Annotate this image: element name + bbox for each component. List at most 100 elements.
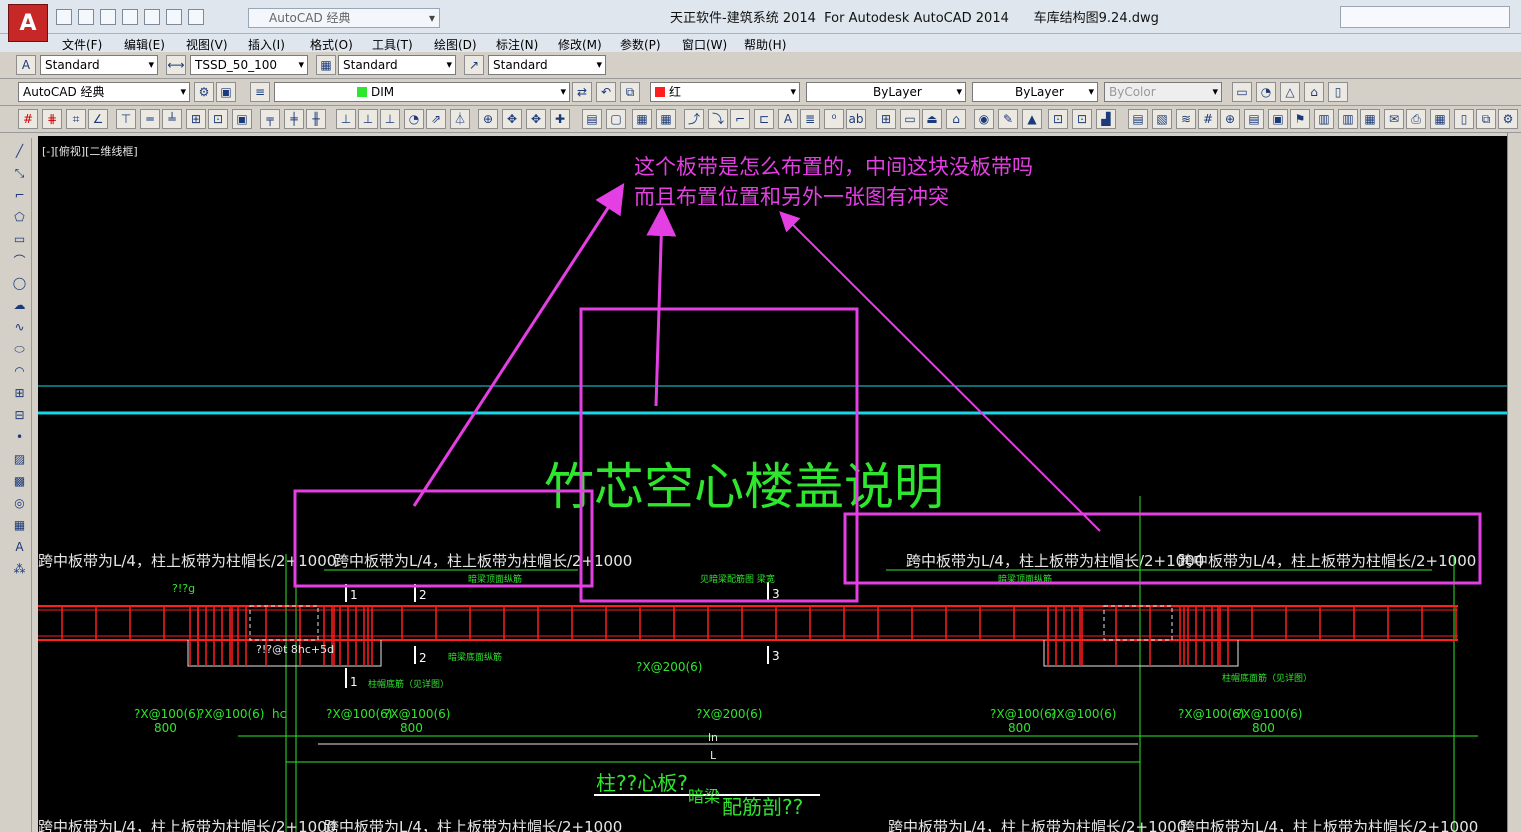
hash-icon[interactable]: # [1198,109,1218,129]
view-icon[interactable]: ▢ [606,109,626,129]
open-icon[interactable] [78,9,94,25]
axis-label-icon[interactable]: ⌗ [66,109,86,129]
point-icon[interactable]: • [11,428,29,446]
circle-dim-icon[interactable]: ◔ [404,109,424,129]
menu-draw[interactable]: 绘图(D) [434,34,496,52]
text-replace-icon[interactable]: ab [846,109,866,129]
rebar-c-icon[interactable]: ╫ [306,109,326,129]
door-icon[interactable]: ⊞ [186,109,206,129]
tool-c-icon[interactable]: △ [1280,82,1300,102]
window-icon[interactable]: ⊡ [208,109,228,129]
add-selected-icon[interactable]: ⁂ [11,560,29,578]
menu-file[interactable]: 文件(F) [62,34,124,52]
print-icon[interactable]: ⎙ [1406,109,1426,129]
export-icon[interactable]: ▦ [1430,109,1450,129]
window-controls[interactable] [1340,6,1510,28]
vertical-scrollbar[interactable] [1507,133,1521,832]
menu-dimension[interactable]: 标注(N) [496,34,558,52]
menu-tools[interactable]: 工具(T) [372,34,434,52]
cols-icon[interactable]: ▥ [1338,109,1358,129]
frame2-icon[interactable]: ⊡ [1072,109,1092,129]
insert-block-icon[interactable]: ⊞ [11,384,29,402]
doc-icon[interactable]: ▤ [1244,109,1264,129]
dim-b-icon[interactable]: ⊥ [358,109,378,129]
construction-line-icon[interactable]: ⤡ [11,164,29,182]
sheet2-icon[interactable]: ▧ [1152,109,1172,129]
dim-c-icon[interactable]: ⊥ [380,109,400,129]
tool-e-icon[interactable]: ▯ [1328,82,1348,102]
tools-icon[interactable]: ⚙ [1498,109,1518,129]
drawing-canvas[interactable]: [-][俯视][二维线框] 竹芯空心楼盖说明 跨中板带为L/4，柱上板带为柱帽长… [38,136,1521,832]
line-icon[interactable]: ╱ [11,142,29,160]
save2-icon[interactable]: ▣ [1268,109,1288,129]
grid-icon[interactable]: # [18,109,38,129]
gradient-icon[interactable]: ▩ [11,472,29,490]
extend-icon[interactable]: ⤵ [708,109,728,129]
chart-icon[interactable]: ▟ [1096,109,1116,129]
bars-icon[interactable]: ▥ [1314,109,1334,129]
tool-d-icon[interactable]: ⌂ [1304,82,1324,102]
multileader-style-select[interactable]: Standard [488,55,606,75]
menu-help[interactable]: 帮助(H) [744,34,806,52]
layout-icon[interactable]: ▦ [632,109,652,129]
slab-icon[interactable]: ▭ [900,109,920,129]
flag-icon[interactable]: ⚑ [1290,109,1310,129]
undo-icon[interactable] [166,9,182,25]
wall-icon[interactable]: ╧ [162,109,182,129]
viewport-label[interactable]: [-][俯视][二维线框] [42,144,138,158]
region-icon[interactable]: ◎ [11,494,29,512]
menu-window[interactable]: 窗口(W) [682,34,744,52]
copy2-icon[interactable]: ⧉ [1476,109,1496,129]
trim-icon[interactable]: ⤴ [684,109,704,129]
revcloud-icon[interactable]: ☁ [11,296,29,314]
text-style-select[interactable]: Standard [40,55,158,75]
note-icon[interactable]: ▯ [1454,109,1474,129]
linetype-select[interactable]: ByLayer [806,82,966,102]
tool-b-icon[interactable]: ◔ [1256,82,1276,102]
mtext-draw-icon[interactable]: A [11,538,29,556]
table-icon[interactable]: ▤ [582,109,602,129]
table-style-icon[interactable]: ▦ [316,55,336,75]
menu-parameters[interactable]: 参数(P) [620,34,682,52]
frame-icon[interactable]: ⊡ [1048,109,1068,129]
menu-insert[interactable]: 插入(I) [248,34,310,52]
pen-icon[interactable]: ✎ [998,109,1018,129]
move-icon[interactable]: ⊕ [478,109,498,129]
menu-modify[interactable]: 修改(M) [558,34,620,52]
color-select[interactable]: 红 [650,82,800,102]
menu-view[interactable]: 视图(V) [186,34,248,52]
building-icon[interactable]: ⌂ [946,109,966,129]
column-icon[interactable]: ⊤ [116,109,136,129]
beam-icon[interactable]: ═ [140,109,160,129]
rebar-b-icon[interactable]: ╪ [284,109,304,129]
text-num-icon[interactable]: ⁰ [824,109,844,129]
multileader-style-icon[interactable]: ↗ [464,55,484,75]
axis-icon[interactable]: ⋕ [42,109,62,129]
stair-icon[interactable]: ▣ [232,109,252,129]
pan-icon[interactable]: ✥ [502,109,522,129]
angle-icon[interactable]: ∠ [88,109,108,129]
fillet-icon[interactable]: ⌐ [730,109,750,129]
elev-icon[interactable]: ⏃ [450,109,470,129]
foundation-icon[interactable]: ⏏ [922,109,942,129]
circle-icon[interactable]: ◯ [11,274,29,292]
save-icon[interactable] [100,9,116,25]
text-style-icon[interactable]: A [16,55,36,75]
make-current-icon[interactable]: ⇄ [572,82,592,102]
table-draw-icon[interactable]: ▦ [11,516,29,534]
menu-format[interactable]: 格式(O) [310,34,372,52]
table-style-select[interactable]: Standard [338,55,456,75]
clean-screen-icon[interactable]: ▣ [216,82,236,102]
spline-icon[interactable]: ∿ [11,318,29,336]
lineweight-select[interactable]: ByLayer [972,82,1098,102]
polygon-icon[interactable]: ⬠ [11,208,29,226]
plot-icon[interactable] [144,9,160,25]
dim-style-icon[interactable]: ⟷ [166,55,186,75]
block-icon[interactable]: ⊞ [876,109,896,129]
text-edit-icon[interactable]: ⊏ [754,109,774,129]
workspace-settings-icon[interactable]: ⚙ [194,82,214,102]
ellipse-icon[interactable]: ⬭ [11,340,29,358]
mail-icon[interactable]: ✉ [1384,109,1404,129]
menu-edit[interactable]: 编辑(E) [124,34,186,52]
stack-icon[interactable]: ≋ [1176,109,1196,129]
